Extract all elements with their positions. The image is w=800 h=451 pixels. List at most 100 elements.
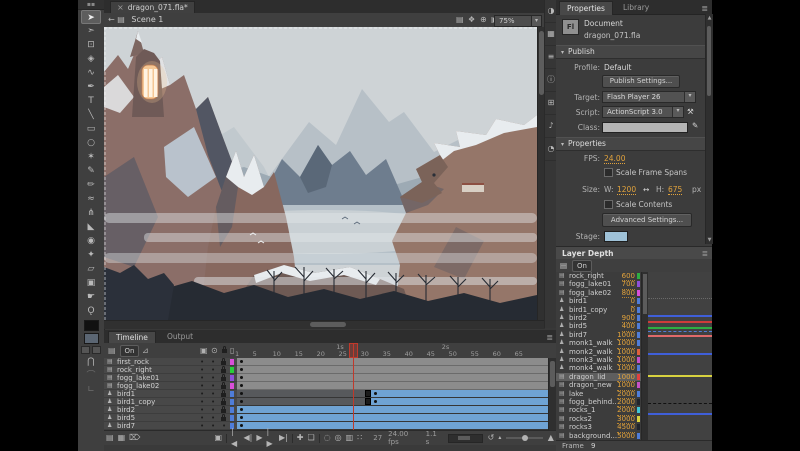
timeline-frames-track[interactable] bbox=[237, 414, 556, 422]
timeline-layer-row[interactable]: ▤ first_rock • • bbox=[104, 358, 556, 366]
layer-status-dot[interactable]: • bbox=[211, 422, 215, 430]
layer-status-dot[interactable]: • bbox=[211, 374, 215, 382]
layer-status-dot[interactable]: • bbox=[222, 422, 226, 430]
layer-depth-row[interactable]: ♟ bird7 1000 bbox=[556, 331, 641, 341]
layer-status-dot[interactable]: • bbox=[211, 390, 215, 398]
timeline-layer-row[interactable]: ♟ bird7 • • • bbox=[104, 422, 556, 430]
delete-layer-icon[interactable]: ⌦ bbox=[129, 432, 140, 444]
gradient-transform-tool[interactable]: ◈ bbox=[81, 52, 101, 66]
timeline-frames-track[interactable] bbox=[237, 422, 556, 430]
layer-status-dot[interactable]: • bbox=[211, 358, 215, 366]
properties-scrollbar[interactable]: ▲ ▼ bbox=[705, 14, 713, 244]
edit-multiple-frames-icon[interactable]: ▥ bbox=[346, 432, 354, 444]
timeline-layer-name-cell[interactable]: ▤ fogg_lake02 • • bbox=[104, 382, 237, 390]
publish-section-header[interactable]: ▾ Publish bbox=[556, 45, 705, 59]
tab-output[interactable]: Output bbox=[160, 331, 200, 343]
frame-span-gray[interactable] bbox=[237, 382, 548, 390]
layer-lock-icon[interactable] bbox=[221, 358, 226, 365]
lasso-tool[interactable]: ∿ bbox=[81, 66, 101, 80]
pencil-tool[interactable]: ✎ bbox=[81, 164, 101, 178]
layer-lock-icon[interactable] bbox=[221, 366, 226, 373]
layer-lock-icon[interactable] bbox=[221, 398, 226, 405]
lock-column-icon[interactable] bbox=[222, 346, 227, 353]
timeline-mini-scrollbar[interactable] bbox=[447, 433, 483, 443]
layer-depth-row[interactable]: ♟ bird1 0 bbox=[556, 297, 641, 307]
subselection-tool[interactable]: ➣ bbox=[81, 24, 101, 38]
layer-status-dot[interactable]: • bbox=[200, 390, 204, 398]
layer-depth-row[interactable]: ▤ rocks2 3000 bbox=[556, 415, 641, 425]
timeline-frames-track[interactable] bbox=[237, 382, 556, 390]
tab-library[interactable]: Library bbox=[616, 1, 656, 14]
tools-panel-header[interactable]: ▪▪ bbox=[78, 0, 104, 10]
layer-depth-row[interactable]: ♟ bird2 900 bbox=[556, 314, 641, 324]
layer-status-dot[interactable]: • bbox=[200, 374, 204, 382]
timeline-layer-row[interactable]: ♟ bird1 • • bbox=[104, 390, 556, 398]
snap-to-objects-toggle[interactable]: ⋂ bbox=[81, 355, 101, 369]
close-tab-icon[interactable]: × bbox=[117, 3, 124, 12]
timeline-frames-track[interactable] bbox=[237, 374, 556, 382]
bone-tool[interactable]: ⋔ bbox=[81, 206, 101, 220]
text-tool[interactable]: T bbox=[81, 94, 101, 108]
target-dropdown-arrow-icon[interactable]: ▾ bbox=[684, 92, 695, 102]
timeline-layer-name-cell[interactable]: ♟ bird5 • • bbox=[104, 414, 237, 422]
visibility-column-icon[interactable]: ⊙ bbox=[211, 346, 218, 355]
advanced-settings-button[interactable]: Advanced Settings... bbox=[602, 213, 692, 227]
layer-status-dot[interactable]: • bbox=[211, 366, 215, 374]
timeline-layer-row[interactable]: ♟ bird5 • • bbox=[104, 414, 556, 422]
layer-status-dot[interactable]: • bbox=[200, 422, 204, 430]
layer-depth-row[interactable]: ▤ fogg_lake02 800 bbox=[556, 289, 641, 299]
onion-outline-icon[interactable]: ◎ bbox=[335, 432, 342, 444]
new-layer-icon[interactable]: ▤ bbox=[106, 432, 114, 444]
timeline-layer-row[interactable]: ▤ fogg_lake02 • • bbox=[104, 382, 556, 390]
layer-status-dot[interactable]: • bbox=[211, 382, 215, 390]
brush-tool[interactable]: ✏ bbox=[81, 178, 101, 192]
default-colors-button[interactable] bbox=[81, 346, 90, 354]
layer-depth-row[interactable]: ▤ fogg_lake01 700 bbox=[556, 280, 641, 290]
fill-color-chip[interactable] bbox=[83, 333, 99, 344]
script-dropdown[interactable]: ActionScript 3.0 ▾ bbox=[602, 106, 684, 118]
layer-depth-row[interactable]: ♟ monk2_walk 1000 bbox=[556, 348, 641, 357]
canvas-horizontal-scrollbar[interactable] bbox=[104, 320, 545, 329]
hand-tool[interactable]: ☛ bbox=[81, 290, 101, 304]
stage-canvas[interactable] bbox=[104, 27, 537, 320]
new-folder-icon[interactable]: ▦ bbox=[118, 432, 126, 444]
zoom-tool[interactable]: Ǫ bbox=[81, 304, 101, 318]
frame-span-selected[interactable] bbox=[237, 422, 548, 429]
timeline-layer-name-cell[interactable]: ♟ bird7 • • • bbox=[104, 422, 237, 430]
layer-status-dot[interactable]: • bbox=[211, 406, 215, 414]
layer-lock-icon[interactable] bbox=[221, 414, 226, 421]
step-forward-icon[interactable]: |▶ bbox=[266, 426, 275, 450]
selection-tool[interactable]: ➤ bbox=[81, 10, 101, 24]
timeline-zoom-slider-knob[interactable] bbox=[522, 435, 529, 441]
frame-span-selected[interactable] bbox=[237, 414, 548, 421]
properties-section-header[interactable]: ▾ Properties bbox=[556, 137, 705, 151]
layer-lock-icon[interactable] bbox=[221, 382, 226, 389]
layer-depth-on-toggle[interactable]: On bbox=[120, 345, 139, 357]
insert-blank-keyframe-icon[interactable]: ❏ bbox=[307, 432, 314, 444]
frame-span-gray[interactable] bbox=[237, 358, 548, 366]
layer-status-dot[interactable]: • bbox=[211, 398, 215, 406]
camera-tool[interactable]: ▣ bbox=[81, 276, 101, 290]
height-value[interactable]: 675 bbox=[668, 185, 683, 195]
frame-span-gray[interactable] bbox=[237, 374, 548, 382]
camera-column-icon[interactable]: ▣ bbox=[200, 346, 208, 355]
scale-frame-spans-checkbox[interactable] bbox=[604, 168, 613, 177]
timeline-panel-menu-icon[interactable]: ≣ bbox=[546, 333, 553, 342]
reset-timeline-zoom-icon[interactable]: ↺ bbox=[488, 432, 495, 444]
zoom-dropdown-arrow-icon[interactable]: ▾ bbox=[531, 16, 541, 26]
timeline-frames-track[interactable] bbox=[237, 390, 556, 398]
timeline-layer-name-cell[interactable]: ▤ fogg_lake01 • • bbox=[104, 374, 237, 382]
layer-status-dot[interactable]: • bbox=[200, 358, 204, 366]
scale-contents-checkbox[interactable] bbox=[604, 200, 613, 209]
frame-span-gray[interactable] bbox=[237, 398, 365, 405]
add-camera-icon[interactable]: ▣ bbox=[214, 432, 222, 444]
ink-bottle-tool[interactable]: ◉ bbox=[81, 234, 101, 248]
layer-status-dot[interactable]: • bbox=[211, 414, 215, 422]
eraser-tool[interactable]: ▱ bbox=[81, 262, 101, 276]
timeline-frames-track[interactable] bbox=[237, 366, 556, 374]
polystar-tool[interactable]: ✶ bbox=[81, 150, 101, 164]
timeline-mini-scrollbar-thumb[interactable] bbox=[457, 435, 470, 440]
timeline-layer-row[interactable]: ♟ bird2 • • bbox=[104, 406, 556, 414]
layer-lock-icon[interactable] bbox=[221, 406, 226, 413]
layer-depth-row[interactable]: ▤ dragon_lid 1000 bbox=[556, 372, 641, 383]
